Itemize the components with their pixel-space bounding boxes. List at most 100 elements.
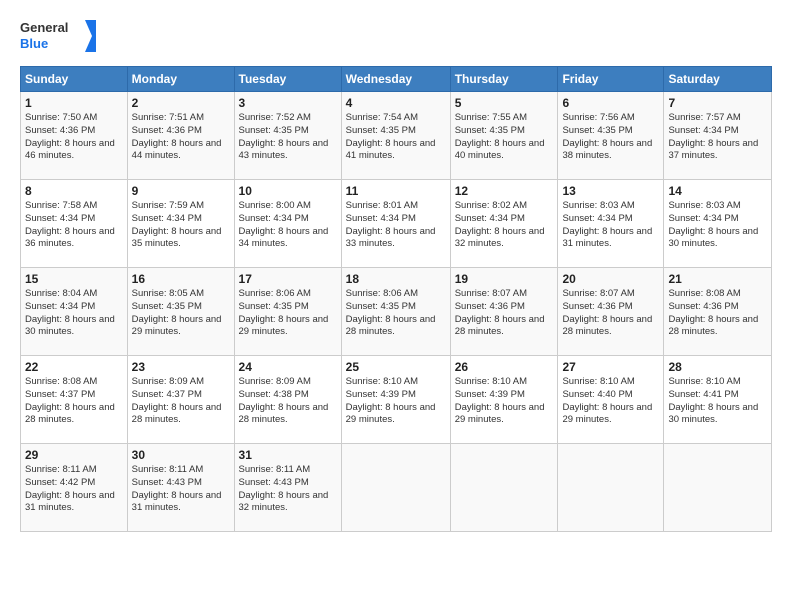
day-number: 28 <box>668 360 767 374</box>
day-number: 13 <box>562 184 659 198</box>
day-detail: Sunrise: 7:51 AM Sunset: 4:36 PM Dayligh… <box>132 112 230 163</box>
logo: General Blue <box>20 16 100 56</box>
day-detail: Sunrise: 7:54 AM Sunset: 4:35 PM Dayligh… <box>346 112 446 163</box>
day-detail: Sunrise: 7:57 AM Sunset: 4:34 PM Dayligh… <box>668 112 767 163</box>
day-number: 27 <box>562 360 659 374</box>
calendar-week-row: 29 Sunrise: 8:11 AM Sunset: 4:42 PM Dayl… <box>21 444 772 532</box>
day-number: 2 <box>132 96 230 110</box>
day-number: 29 <box>25 448 123 462</box>
calendar-day-cell: 11 Sunrise: 8:01 AM Sunset: 4:34 PM Dayl… <box>341 180 450 268</box>
page: General Blue SundayMondayTuesdayWednesda… <box>0 0 792 612</box>
day-number: 16 <box>132 272 230 286</box>
calendar-day-cell: 24 Sunrise: 8:09 AM Sunset: 4:38 PM Dayl… <box>234 356 341 444</box>
calendar-week-row: 8 Sunrise: 7:58 AM Sunset: 4:34 PM Dayli… <box>21 180 772 268</box>
calendar-day-cell: 29 Sunrise: 8:11 AM Sunset: 4:42 PM Dayl… <box>21 444 128 532</box>
day-number: 9 <box>132 184 230 198</box>
day-number: 5 <box>455 96 554 110</box>
calendar-day-header: Friday <box>558 67 664 92</box>
day-number: 1 <box>25 96 123 110</box>
day-number: 10 <box>239 184 337 198</box>
calendar-day-cell: 28 Sunrise: 8:10 AM Sunset: 4:41 PM Dayl… <box>664 356 772 444</box>
day-number: 20 <box>562 272 659 286</box>
day-detail: Sunrise: 8:11 AM Sunset: 4:43 PM Dayligh… <box>132 464 230 515</box>
day-detail: Sunrise: 8:01 AM Sunset: 4:34 PM Dayligh… <box>346 200 446 251</box>
calendar-day-cell: 25 Sunrise: 8:10 AM Sunset: 4:39 PM Dayl… <box>341 356 450 444</box>
day-number: 22 <box>25 360 123 374</box>
calendar-day-cell: 21 Sunrise: 8:08 AM Sunset: 4:36 PM Dayl… <box>664 268 772 356</box>
calendar-week-row: 1 Sunrise: 7:50 AM Sunset: 4:36 PM Dayli… <box>21 92 772 180</box>
calendar-day-cell: 1 Sunrise: 7:50 AM Sunset: 4:36 PM Dayli… <box>21 92 128 180</box>
calendar-day-cell: 5 Sunrise: 7:55 AM Sunset: 4:35 PM Dayli… <box>450 92 558 180</box>
day-detail: Sunrise: 8:06 AM Sunset: 4:35 PM Dayligh… <box>239 288 337 339</box>
day-number: 14 <box>668 184 767 198</box>
day-number: 7 <box>668 96 767 110</box>
day-number: 4 <box>346 96 446 110</box>
calendar-day-cell: 23 Sunrise: 8:09 AM Sunset: 4:37 PM Dayl… <box>127 356 234 444</box>
day-detail: Sunrise: 8:10 AM Sunset: 4:40 PM Dayligh… <box>562 376 659 427</box>
day-detail: Sunrise: 8:05 AM Sunset: 4:35 PM Dayligh… <box>132 288 230 339</box>
calendar-day-cell: 15 Sunrise: 8:04 AM Sunset: 4:34 PM Dayl… <box>21 268 128 356</box>
day-number: 21 <box>668 272 767 286</box>
calendar-day-cell <box>341 444 450 532</box>
calendar-day-cell: 7 Sunrise: 7:57 AM Sunset: 4:34 PM Dayli… <box>664 92 772 180</box>
calendar-day-header: Saturday <box>664 67 772 92</box>
calendar-day-header: Wednesday <box>341 67 450 92</box>
day-detail: Sunrise: 8:10 AM Sunset: 4:39 PM Dayligh… <box>455 376 554 427</box>
day-detail: Sunrise: 7:59 AM Sunset: 4:34 PM Dayligh… <box>132 200 230 251</box>
calendar-day-cell: 3 Sunrise: 7:52 AM Sunset: 4:35 PM Dayli… <box>234 92 341 180</box>
day-detail: Sunrise: 8:08 AM Sunset: 4:37 PM Dayligh… <box>25 376 123 427</box>
day-detail: Sunrise: 8:07 AM Sunset: 4:36 PM Dayligh… <box>562 288 659 339</box>
day-number: 24 <box>239 360 337 374</box>
calendar-day-cell: 31 Sunrise: 8:11 AM Sunset: 4:43 PM Dayl… <box>234 444 341 532</box>
header: General Blue <box>20 16 772 56</box>
day-detail: Sunrise: 8:04 AM Sunset: 4:34 PM Dayligh… <box>25 288 123 339</box>
svg-text:Blue: Blue <box>20 36 48 51</box>
calendar-day-cell: 26 Sunrise: 8:10 AM Sunset: 4:39 PM Dayl… <box>450 356 558 444</box>
day-detail: Sunrise: 8:10 AM Sunset: 4:39 PM Dayligh… <box>346 376 446 427</box>
day-detail: Sunrise: 8:10 AM Sunset: 4:41 PM Dayligh… <box>668 376 767 427</box>
day-number: 18 <box>346 272 446 286</box>
calendar-day-header: Thursday <box>450 67 558 92</box>
calendar-day-cell <box>450 444 558 532</box>
calendar-day-cell: 12 Sunrise: 8:02 AM Sunset: 4:34 PM Dayl… <box>450 180 558 268</box>
calendar-day-header: Tuesday <box>234 67 341 92</box>
calendar-day-cell: 14 Sunrise: 8:03 AM Sunset: 4:34 PM Dayl… <box>664 180 772 268</box>
day-number: 8 <box>25 184 123 198</box>
calendar-week-row: 22 Sunrise: 8:08 AM Sunset: 4:37 PM Dayl… <box>21 356 772 444</box>
day-detail: Sunrise: 7:50 AM Sunset: 4:36 PM Dayligh… <box>25 112 123 163</box>
calendar-header-row: SundayMondayTuesdayWednesdayThursdayFrid… <box>21 67 772 92</box>
day-number: 25 <box>346 360 446 374</box>
calendar-day-cell: 8 Sunrise: 7:58 AM Sunset: 4:34 PM Dayli… <box>21 180 128 268</box>
calendar-day-cell: 17 Sunrise: 8:06 AM Sunset: 4:35 PM Dayl… <box>234 268 341 356</box>
calendar-day-cell: 22 Sunrise: 8:08 AM Sunset: 4:37 PM Dayl… <box>21 356 128 444</box>
calendar-day-header: Monday <box>127 67 234 92</box>
day-number: 15 <box>25 272 123 286</box>
calendar-day-cell: 20 Sunrise: 8:07 AM Sunset: 4:36 PM Dayl… <box>558 268 664 356</box>
generalblue-logo: General Blue <box>20 16 100 56</box>
day-detail: Sunrise: 7:58 AM Sunset: 4:34 PM Dayligh… <box>25 200 123 251</box>
calendar-week-row: 15 Sunrise: 8:04 AM Sunset: 4:34 PM Dayl… <box>21 268 772 356</box>
day-number: 23 <box>132 360 230 374</box>
calendar-day-cell: 16 Sunrise: 8:05 AM Sunset: 4:35 PM Dayl… <box>127 268 234 356</box>
day-detail: Sunrise: 7:55 AM Sunset: 4:35 PM Dayligh… <box>455 112 554 163</box>
calendar-table: SundayMondayTuesdayWednesdayThursdayFrid… <box>20 66 772 532</box>
day-detail: Sunrise: 8:09 AM Sunset: 4:38 PM Dayligh… <box>239 376 337 427</box>
calendar-day-cell <box>664 444 772 532</box>
day-number: 3 <box>239 96 337 110</box>
calendar-day-header: Sunday <box>21 67 128 92</box>
calendar-day-cell: 18 Sunrise: 8:06 AM Sunset: 4:35 PM Dayl… <box>341 268 450 356</box>
day-detail: Sunrise: 8:03 AM Sunset: 4:34 PM Dayligh… <box>668 200 767 251</box>
day-number: 31 <box>239 448 337 462</box>
day-detail: Sunrise: 8:11 AM Sunset: 4:43 PM Dayligh… <box>239 464 337 515</box>
day-detail: Sunrise: 8:11 AM Sunset: 4:42 PM Dayligh… <box>25 464 123 515</box>
day-number: 30 <box>132 448 230 462</box>
day-detail: Sunrise: 7:56 AM Sunset: 4:35 PM Dayligh… <box>562 112 659 163</box>
calendar-day-cell: 13 Sunrise: 8:03 AM Sunset: 4:34 PM Dayl… <box>558 180 664 268</box>
day-number: 11 <box>346 184 446 198</box>
day-detail: Sunrise: 8:09 AM Sunset: 4:37 PM Dayligh… <box>132 376 230 427</box>
day-detail: Sunrise: 7:52 AM Sunset: 4:35 PM Dayligh… <box>239 112 337 163</box>
day-detail: Sunrise: 8:06 AM Sunset: 4:35 PM Dayligh… <box>346 288 446 339</box>
calendar-day-cell: 30 Sunrise: 8:11 AM Sunset: 4:43 PM Dayl… <box>127 444 234 532</box>
calendar-day-cell: 6 Sunrise: 7:56 AM Sunset: 4:35 PM Dayli… <box>558 92 664 180</box>
calendar-day-cell: 27 Sunrise: 8:10 AM Sunset: 4:40 PM Dayl… <box>558 356 664 444</box>
